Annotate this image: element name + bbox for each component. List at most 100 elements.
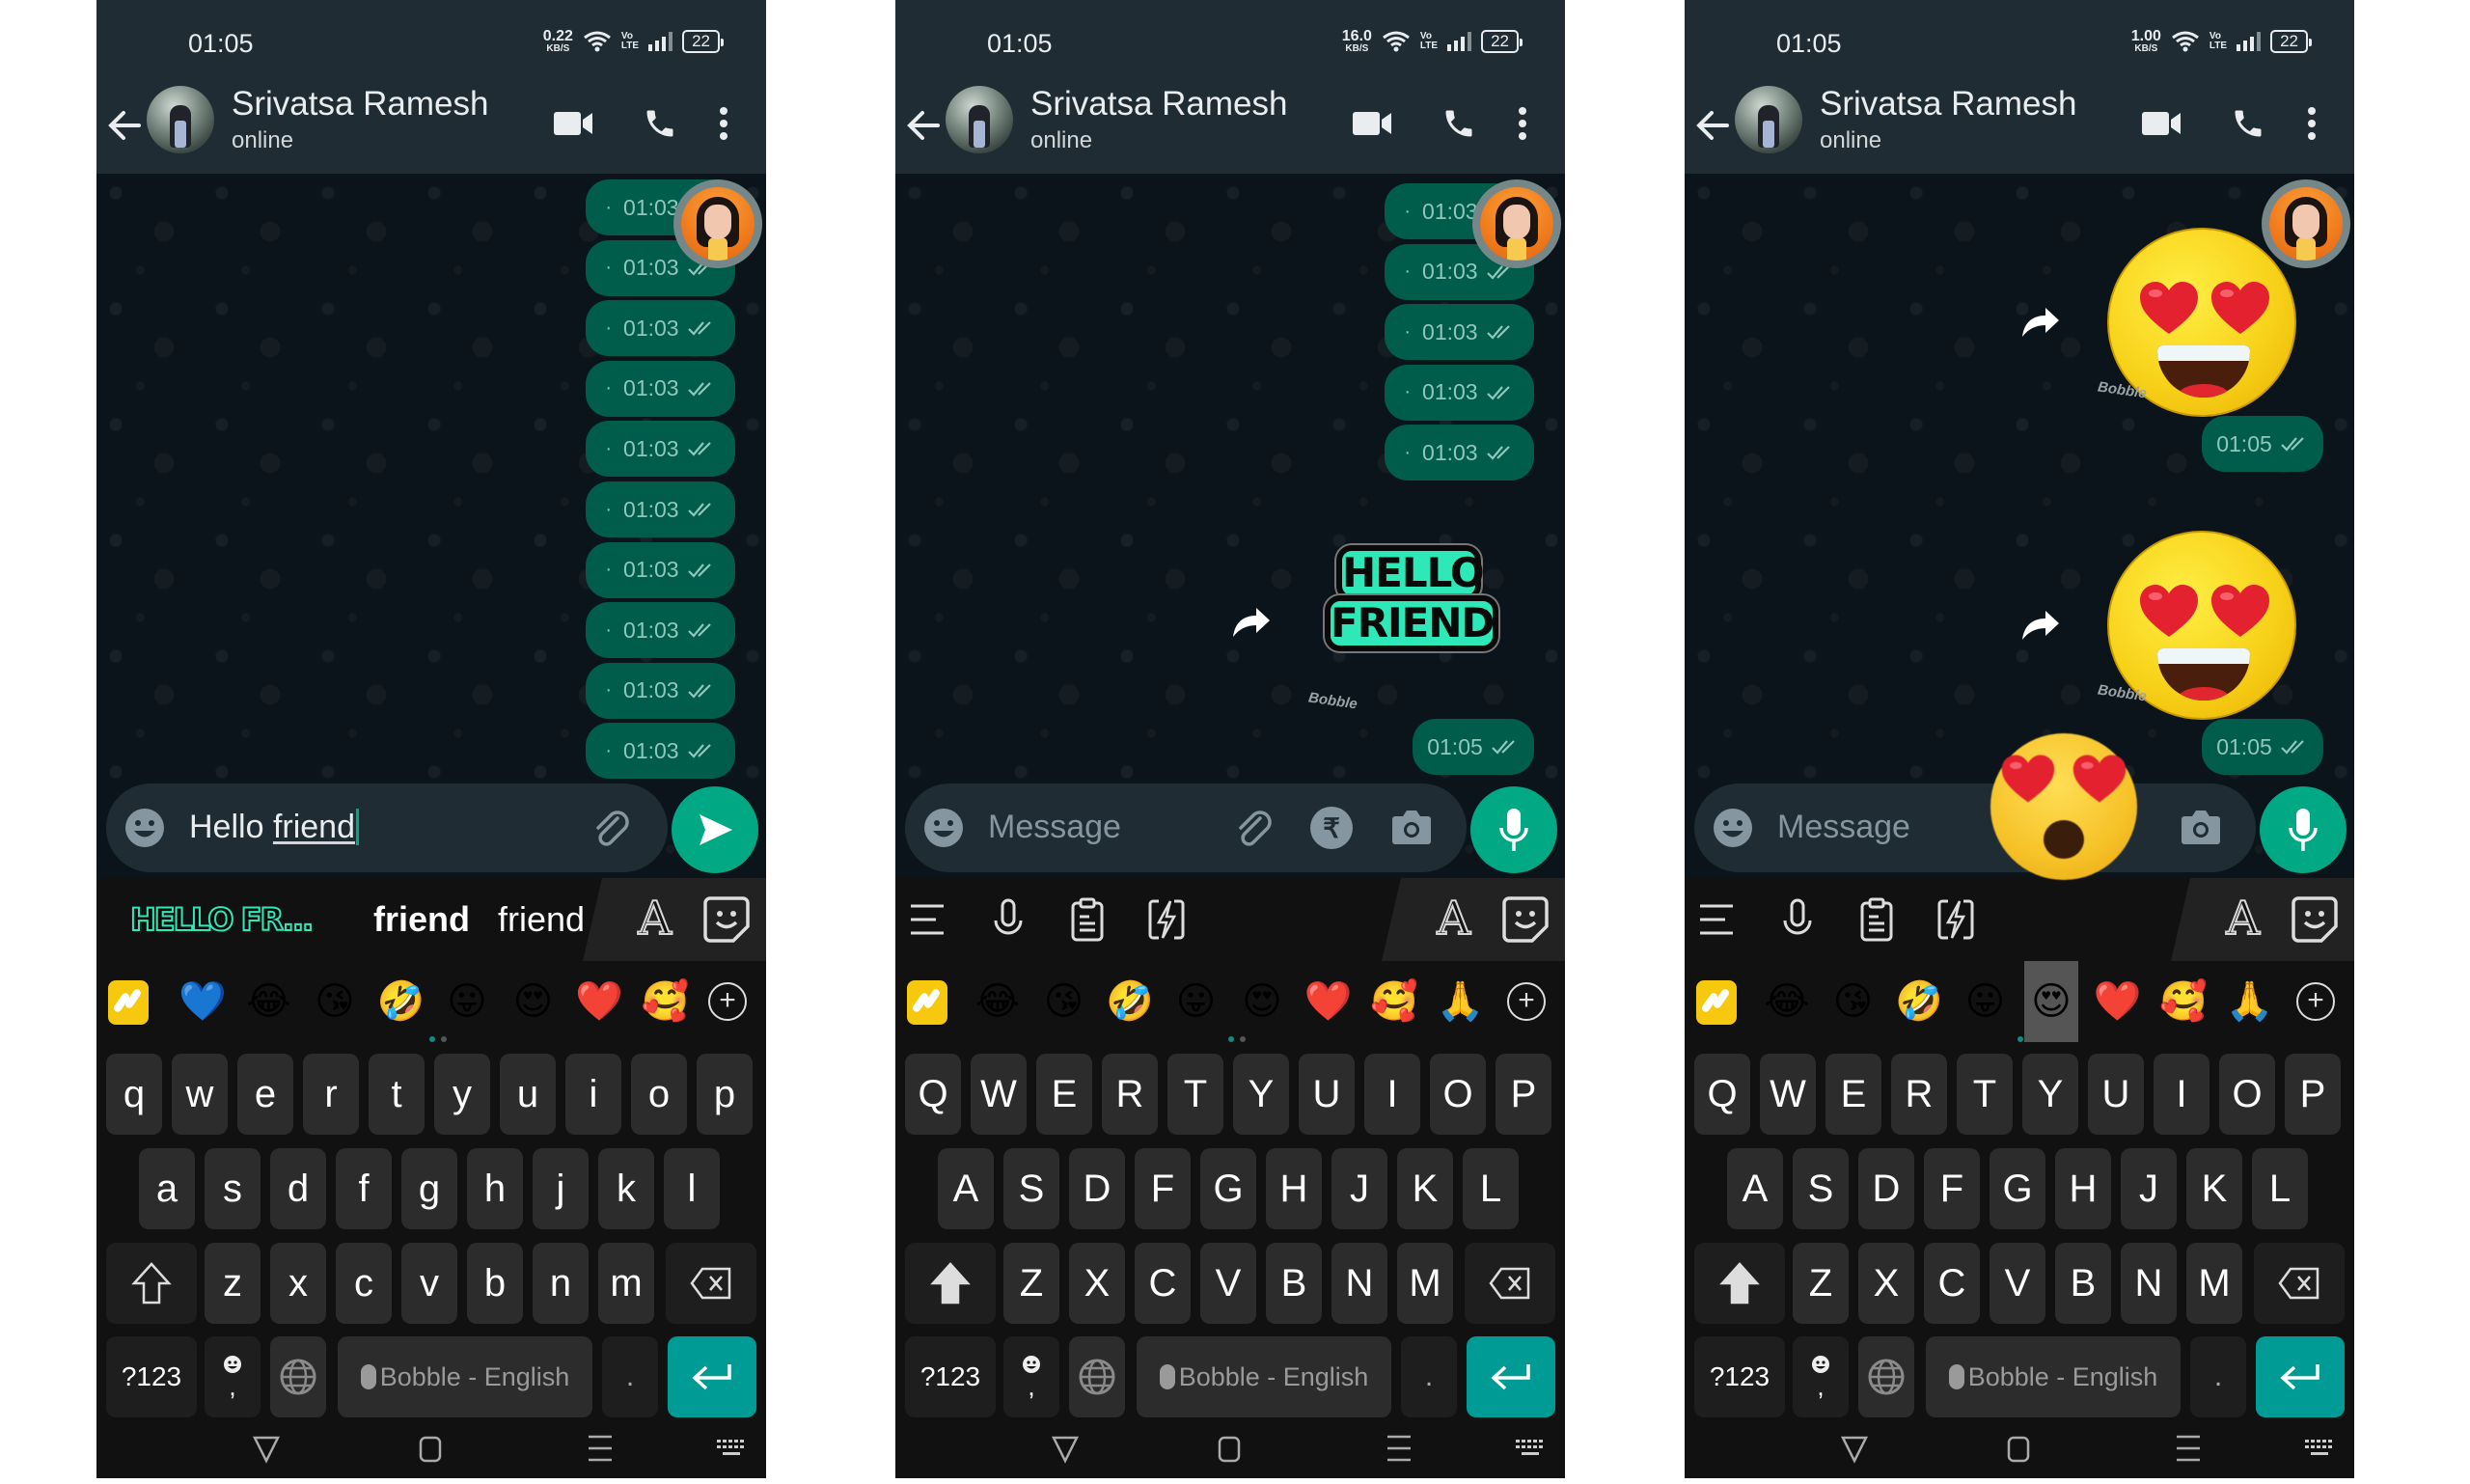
contact-name[interactable]: Srivatsa Ramesh <box>232 85 488 124</box>
emoji-comma-key[interactable]: , <box>205 1336 261 1417</box>
message-input[interactable]: Message <box>1777 809 1910 846</box>
key-w[interactable]: W <box>1760 1054 1816 1135</box>
message-bubble[interactable]: · 01:03 <box>586 541 735 598</box>
key-l[interactable]: l <box>664 1148 720 1229</box>
more-options-button[interactable] <box>1499 100 1546 147</box>
enter-key[interactable] <box>668 1336 756 1417</box>
emoji-key[interactable]: 🥰 <box>1367 975 1421 1029</box>
key-f[interactable]: F <box>1135 1148 1191 1229</box>
emoji-key[interactable]: 😘 <box>1826 975 1880 1029</box>
recents-menu-icon[interactable] <box>583 1432 618 1465</box>
key-k[interactable]: K <box>1397 1148 1453 1229</box>
emoji-key[interactable]: 🥰 <box>639 975 693 1029</box>
back-arrow-icon[interactable] <box>106 108 143 143</box>
emoji-key[interactable]: ❤️ <box>572 975 626 1029</box>
emoji-key[interactable]: 🥰 <box>2156 975 2210 1029</box>
key-t[interactable]: T <box>1167 1054 1223 1135</box>
emoji-key[interactable]: 💙 <box>176 975 230 1029</box>
key-v[interactable]: V <box>1200 1243 1256 1324</box>
attach-icon[interactable] <box>589 805 633 851</box>
emoji-key[interactable]: 🙏 <box>2223 975 2277 1029</box>
key-h[interactable]: H <box>2055 1148 2111 1229</box>
key-k[interactable]: k <box>598 1148 654 1229</box>
fonts-button[interactable]: A <box>637 891 672 947</box>
home-square-icon[interactable] <box>413 1432 448 1465</box>
emoji-key[interactable]: ❤️ <box>1302 975 1356 1029</box>
emoji-key[interactable]: 🤣 <box>1892 975 1946 1029</box>
language-key[interactable] <box>270 1336 326 1417</box>
key-n[interactable]: N <box>2121 1243 2177 1324</box>
key-p[interactable]: p <box>697 1054 753 1135</box>
voice-record-button[interactable] <box>1470 786 1557 873</box>
emoji-comma-key[interactable]: , <box>1003 1336 1059 1417</box>
key-e[interactable]: E <box>1825 1054 1881 1135</box>
voice-record-button[interactable] <box>2260 786 2346 873</box>
key-p[interactable]: P <box>1496 1054 1551 1135</box>
emoji-key[interactable]: 😛 <box>1169 975 1223 1029</box>
quick-actions-button[interactable] <box>1142 895 1191 944</box>
contact-name[interactable]: Srivatsa Ramesh <box>1820 85 2076 124</box>
key-u[interactable]: u <box>500 1054 556 1135</box>
quick-actions-button[interactable] <box>1932 895 1980 944</box>
camera-icon[interactable] <box>1389 805 1434 849</box>
chat-head-avatar[interactable] <box>673 179 762 268</box>
emoji-icon[interactable] <box>124 807 166 849</box>
video-call-button[interactable] <box>550 100 596 147</box>
key-i[interactable]: I <box>2154 1054 2209 1135</box>
key-n[interactable]: n <box>533 1243 589 1324</box>
message-bubble[interactable]: 01:05 <box>2202 416 2323 472</box>
message-input[interactable]: Hello friend <box>189 809 359 846</box>
attach-icon[interactable] <box>1231 805 1276 851</box>
key-r[interactable]: R <box>1891 1054 1947 1135</box>
key-r[interactable]: r <box>303 1054 359 1135</box>
language-key[interactable] <box>1858 1336 1914 1417</box>
forward-icon[interactable] <box>2020 609 2061 642</box>
bobble-logo-icon[interactable] <box>108 980 149 1025</box>
menu-button[interactable] <box>1692 895 1741 944</box>
key-e[interactable]: E <box>1036 1054 1092 1135</box>
hello-friend-sticker[interactable]: HELLO FRIEND <box>1325 545 1498 661</box>
period-key[interactable]: . <box>602 1336 658 1417</box>
key-w[interactable]: w <box>172 1054 228 1135</box>
sticker-icon[interactable] <box>702 895 751 944</box>
key-j[interactable]: J <box>2121 1148 2177 1229</box>
send-button[interactable] <box>672 786 758 873</box>
period-key[interactable]: . <box>1401 1336 1457 1417</box>
contact-avatar[interactable] <box>147 86 214 153</box>
key-u[interactable]: U <box>1299 1054 1355 1135</box>
key-l[interactable]: L <box>2252 1148 2308 1229</box>
keyboard-hide-icon[interactable] <box>714 1432 749 1465</box>
bobble-logo-icon[interactable] <box>907 980 947 1025</box>
emoji-key[interactable]: 😘 <box>308 975 362 1029</box>
voice-call-button[interactable] <box>637 100 683 147</box>
space-bar[interactable]: Bobble - English <box>338 1336 592 1417</box>
voice-call-button[interactable] <box>2225 100 2271 147</box>
emoji-key[interactable]: 😂 <box>242 975 296 1029</box>
key-z[interactable]: Z <box>1003 1243 1059 1324</box>
clipboard-button[interactable] <box>1852 895 1901 944</box>
emoji-icon[interactable] <box>922 807 965 849</box>
key-v[interactable]: V <box>1990 1243 2045 1324</box>
key-v[interactable]: v <box>401 1243 457 1324</box>
emoji-key[interactable]: 🙏 <box>1434 975 1488 1029</box>
key-b[interactable]: B <box>1266 1243 1322 1324</box>
emoji-key[interactable]: ❤️ <box>2091 975 2145 1029</box>
key-f[interactable]: F <box>1924 1148 1980 1229</box>
add-emoji-button[interactable]: + <box>708 982 747 1021</box>
emoji-key[interactable]: 😍 <box>1235 975 1289 1029</box>
contact-name[interactable]: Srivatsa Ramesh <box>1030 85 1287 124</box>
message-bubble[interactable]: · 01:03 <box>1385 364 1534 421</box>
period-key[interactable]: . <box>2190 1336 2246 1417</box>
key-l[interactable]: L <box>1463 1148 1519 1229</box>
key-a[interactable]: A <box>1727 1148 1783 1229</box>
recents-menu-icon[interactable] <box>1382 1432 1416 1465</box>
message-bubble[interactable]: · 01:03 <box>1385 425 1534 481</box>
shift-key[interactable] <box>905 1243 996 1324</box>
key-x[interactable]: x <box>270 1243 326 1324</box>
key-d[interactable]: D <box>1858 1148 1914 1229</box>
chat-area[interactable]: · 01:03 · 01:03 · 01:03 · 01:03 · 01:03 · 01:03 · 01:… <box>96 174 766 878</box>
shift-key[interactable] <box>106 1243 197 1324</box>
contact-avatar[interactable] <box>1735 86 1802 153</box>
fonts-button[interactable]: A <box>1436 891 1471 947</box>
key-g[interactable]: g <box>401 1148 457 1229</box>
